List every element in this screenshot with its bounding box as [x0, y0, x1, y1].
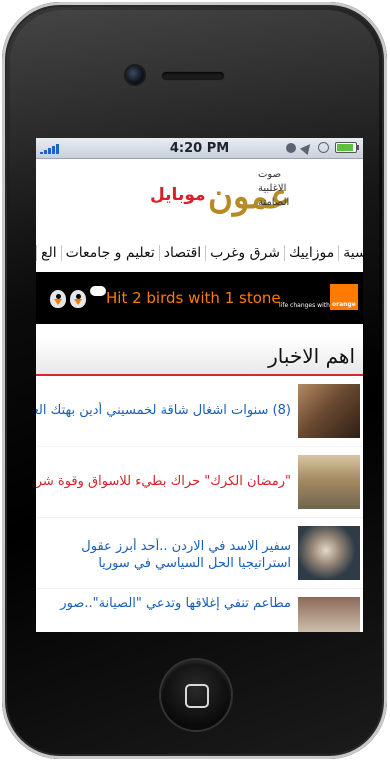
- status-bar: 4:20 PM: [36, 138, 363, 159]
- news-item[interactable]: سفير الاسد في الاردن ..أحد أبرز عقول است…: [36, 518, 363, 589]
- orientation-lock-icon: [286, 142, 296, 153]
- orange-logo-icon: orange: [330, 284, 358, 310]
- news-list: (8) سنوات اشغال شاقة لخمسيني أدين بهتك ا…: [36, 376, 363, 632]
- nav-item-overflow[interactable]: الع: [36, 245, 61, 261]
- news-item[interactable]: مطاعم تنفي إغلاقها وتدعي "الصيانة"..صور: [36, 589, 363, 632]
- nav-item-home[interactable]: الرئيسية: [338, 245, 363, 261]
- nav-item-mosaic[interactable]: موزاييك: [283, 245, 338, 261]
- location-icon: [299, 140, 315, 155]
- news-item[interactable]: "رمضان الكرك" حراك بطيء للاسواق وقوة شرا…: [36, 447, 363, 518]
- birds-icon: [50, 282, 106, 312]
- news-title[interactable]: مطاعم تنفي إغلاقها وتدعي "الصيانة"..صور: [36, 595, 291, 612]
- battery-icon: [335, 142, 359, 153]
- main-nav: الرئيسية موزاييك شرق وغرب اقتصاد تعليم و…: [36, 234, 363, 272]
- section-title: اهم الاخبار: [268, 344, 355, 368]
- news-title[interactable]: سفير الاسد في الاردن ..أحد أبرز عقول است…: [36, 538, 291, 572]
- home-button[interactable]: [161, 660, 231, 730]
- news-title[interactable]: (8) سنوات اشغال شاقة لخمسيني أدين بهتك ا…: [36, 402, 291, 419]
- site-header: موبايل عمون صوت الاغلبية الصامتة: [36, 159, 363, 235]
- news-thumbnail[interactable]: [298, 597, 360, 632]
- logo-sub-2: الاغلبية: [258, 183, 287, 194]
- phone-screen: 4:20 PM موبايل عمون صوت الاغلبية الصامتة…: [36, 138, 363, 632]
- ad-banner[interactable]: Hit 2 birds with 1 stone life changes wi…: [36, 272, 363, 324]
- section-header: اهم الاخبار: [36, 338, 363, 376]
- news-item[interactable]: (8) سنوات اشغال شاقة لخمسيني أدين بهتك ا…: [36, 376, 363, 447]
- news-thumbnail[interactable]: [298, 384, 360, 438]
- front-camera: [126, 66, 144, 84]
- nav-item-economy[interactable]: اقتصاد: [158, 245, 205, 261]
- site-logo[interactable]: عمون صوت الاغلبية الصامتة: [208, 167, 328, 229]
- status-icons: [286, 140, 359, 155]
- news-thumbnail[interactable]: [298, 455, 360, 509]
- news-title[interactable]: "رمضان الكرك" حراك بطيء للاسواق وقوة شرا…: [36, 473, 291, 490]
- home-square-icon: [185, 684, 209, 708]
- earpiece-speaker: [162, 72, 224, 80]
- nav-item-education[interactable]: تعليم و جامعات: [60, 245, 159, 261]
- logo-sub-1: صوت: [258, 169, 282, 180]
- alarm-icon: [318, 142, 329, 153]
- mobile-label: موبايل: [150, 185, 206, 205]
- news-thumbnail[interactable]: [298, 526, 360, 580]
- ad-text: Hit 2 birds with 1 stone: [106, 289, 281, 307]
- logo-sub-3: الصامتة: [258, 197, 290, 208]
- nav-item-east-west[interactable]: شرق وغرب: [205, 245, 284, 261]
